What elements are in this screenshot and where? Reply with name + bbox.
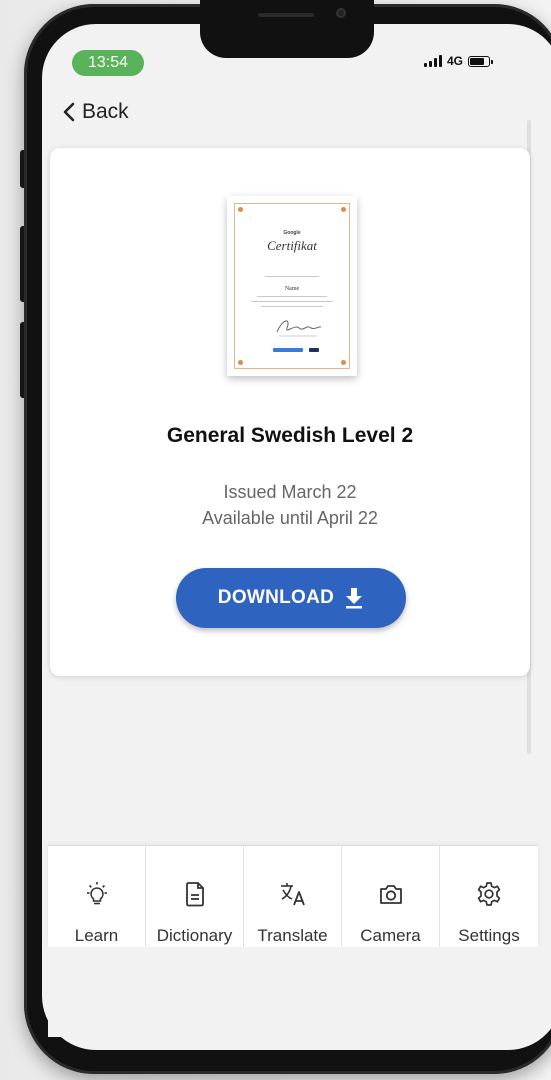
notch xyxy=(200,0,374,58)
tab-camera-label: Camera xyxy=(360,926,421,945)
front-camera xyxy=(336,8,346,18)
tab-settings-label: Settings xyxy=(458,926,520,945)
lightbulb-icon xyxy=(86,882,107,905)
settings-icon xyxy=(477,882,501,906)
download-label: DOWNLOAD xyxy=(217,587,335,608)
signal-icon xyxy=(424,55,442,67)
tab-translate-label: Translate xyxy=(257,926,328,945)
status-time: 13:54 xyxy=(72,50,144,76)
tab-dictionary[interactable]: Dictionary xyxy=(146,846,244,948)
signature-icon xyxy=(276,320,322,337)
bottom-tab-bar: Learn Dictionary Translate Camera Settin… xyxy=(48,845,538,948)
document-icon xyxy=(185,882,204,907)
download-button[interactable]: DOWNLOAD xyxy=(176,568,406,628)
issued-date: Issued March 22 xyxy=(223,482,357,502)
tab-learn[interactable]: Learn xyxy=(48,846,146,948)
download-icon xyxy=(346,588,363,609)
tab-settings[interactable]: Settings xyxy=(440,846,538,948)
camera-icon xyxy=(379,885,402,904)
tab-camera[interactable]: Camera xyxy=(342,846,440,948)
home-indicator-area xyxy=(48,947,538,1037)
tab-learn-label: Learn xyxy=(74,926,119,945)
tab-translate[interactable]: Translate xyxy=(244,846,342,948)
available-until: Available until April 22 xyxy=(202,508,378,528)
tab-dictionary-label: Dictionary xyxy=(156,926,233,945)
chevron-left-icon xyxy=(63,102,75,122)
certificate-brand: Google xyxy=(283,230,301,236)
speaker-grille xyxy=(258,13,314,17)
certificate-thumbnail[interactable]: Google Certifikat Name xyxy=(227,196,357,376)
back-button[interactable]: Back xyxy=(62,100,129,124)
network-type: 4G xyxy=(447,54,464,68)
certificate-card: Google Certifikat Name General Swedish L… xyxy=(50,148,530,676)
device-frame: 13:54 4G Back Google Certifikat Name Gen… xyxy=(0,0,551,1080)
status-indicators: 4G xyxy=(424,54,494,68)
certificate-recipient: Name xyxy=(284,286,300,292)
translate-icon xyxy=(280,883,305,906)
certificate-title: Certifikat xyxy=(267,238,317,253)
back-label: Back xyxy=(82,100,129,123)
course-title: General Swedish Level 2 xyxy=(166,424,414,447)
battery-icon xyxy=(468,55,494,67)
